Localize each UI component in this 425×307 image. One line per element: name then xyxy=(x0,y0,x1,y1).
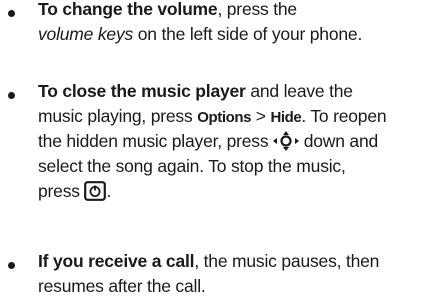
text-span: music playing, press xyxy=(38,106,198,126)
bullet-icon xyxy=(8,262,15,269)
text-line: If you receive a call, the music pauses,… xyxy=(38,249,423,274)
manual-page: To change the volume, press the volume k… xyxy=(0,0,425,307)
list-item-text: To change the volume, press the volume k… xyxy=(38,0,423,47)
text-line: volume keys on the left side of your pho… xyxy=(38,22,423,47)
text-span: the hidden music player, press xyxy=(38,131,274,151)
text-span: . To reopen xyxy=(301,106,387,126)
text-span: press xyxy=(38,181,85,201)
text-span: , the music pauses, then xyxy=(194,251,380,271)
list-item-text: To close the music player and leave the … xyxy=(38,79,423,204)
text-span: on the left side of your phone. xyxy=(133,24,363,44)
item-heading: To close the music player xyxy=(38,81,246,101)
text-span: down and xyxy=(299,131,379,151)
text-line: resumes after the call. xyxy=(38,274,423,299)
text-span: resumes after the call. xyxy=(38,276,206,296)
hide-key-label: Hide xyxy=(270,109,302,126)
text-line: press . xyxy=(38,179,423,204)
text-line: To close the music player and leave the xyxy=(38,79,423,104)
navigation-key-icon xyxy=(273,131,300,151)
text-span: and leave the xyxy=(245,81,353,101)
text-line: the hidden music player, press down and xyxy=(38,129,423,154)
bullet-icon xyxy=(8,92,15,99)
text-span: , press the xyxy=(217,0,297,19)
bullet-icon xyxy=(8,10,15,17)
text-line: music playing, press Options > Hide. To … xyxy=(38,104,423,129)
text-span: . xyxy=(106,181,112,201)
volume-keys-term: volume keys xyxy=(38,24,134,44)
text-line: select the song again. To stop the music… xyxy=(38,154,423,179)
menu-separator: > xyxy=(251,106,271,126)
item-heading: To change the volume xyxy=(38,0,218,19)
end-power-key-icon xyxy=(84,181,107,201)
text-line: To change the volume, press the xyxy=(38,0,423,22)
list-item-text: If you receive a call, the music pauses,… xyxy=(38,249,423,299)
item-heading: If you receive a call xyxy=(38,251,195,271)
options-key-label: Options xyxy=(197,109,252,126)
text-span: select the song again. To stop the music… xyxy=(38,156,346,176)
